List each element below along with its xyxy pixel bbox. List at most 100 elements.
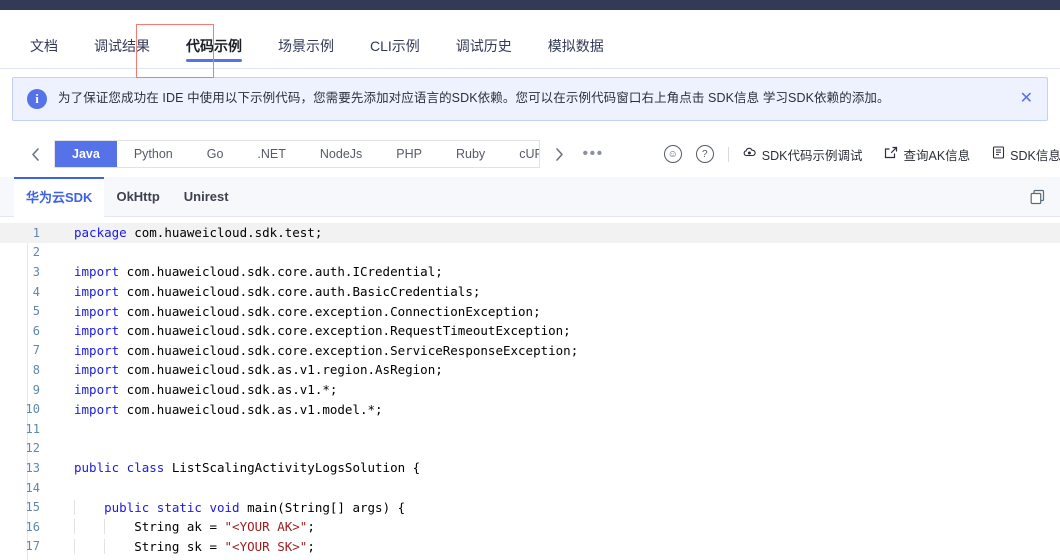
- code-token: import: [74, 264, 120, 280]
- document-icon: [992, 146, 1010, 162]
- code-token: public class: [74, 460, 165, 476]
- chevron-right-icon[interactable]: [546, 141, 572, 167]
- main-tab-3[interactable]: 场景示例: [260, 23, 352, 68]
- toolbar-actions: ☺ ? SDK代码示例调试 查询AK信息 SDK信息: [663, 145, 1060, 164]
- smiley-icon[interactable]: ☺: [663, 145, 682, 163]
- language-tab-3[interactable]: .NET: [240, 141, 302, 167]
- sdk-debug-label: SDK代码示例调试: [761, 148, 863, 163]
- line-number: 5: [32, 304, 40, 319]
- line-number: 9: [32, 382, 40, 397]
- language-tab-1[interactable]: Python: [117, 141, 190, 167]
- more-options-button[interactable]: •••: [574, 146, 611, 162]
- code-token: com.huaweicloud.sdk.core.exception.Conne…: [119, 303, 541, 319]
- line-number: 2: [32, 245, 40, 260]
- language-tab-6[interactable]: Ruby: [439, 141, 502, 167]
- code-line: 13 public class ListScalingActivityLogsSo…: [0, 458, 1060, 478]
- code-line: 6 import com.huaweicloud.sdk.core.excepti…: [0, 321, 1060, 341]
- main-tab-label: 模拟数据: [547, 37, 604, 54]
- language-tab-5[interactable]: PHP: [379, 141, 439, 167]
- help-icon[interactable]: ?: [695, 145, 714, 163]
- code-token: import: [74, 284, 120, 300]
- code-token: "<YOUR AK>": [224, 519, 308, 535]
- language-tab-0[interactable]: Java: [55, 141, 117, 167]
- copy-icon[interactable]: [1029, 188, 1046, 205]
- main-tab-label: 调试结果: [94, 37, 150, 54]
- code-line-text: import com.huaweicloud.sdk.as.v1.*;: [52, 382, 1060, 397]
- code-token: com.huaweicloud.sdk.core.auth.ICredentia…: [119, 264, 443, 280]
- line-number: 15: [25, 500, 40, 515]
- info-icon: i: [27, 89, 47, 109]
- code-token: ;: [307, 519, 315, 535]
- code-token: import: [74, 342, 120, 358]
- code-token: ListScalingActivityLogsSolution {: [164, 460, 421, 476]
- line-number: 13: [25, 460, 40, 475]
- line-number: 1: [32, 225, 40, 240]
- sdk-tab-1[interactable]: OkHttp: [104, 177, 171, 217]
- window-top-bar: [0, 0, 1060, 10]
- language-tab-2[interactable]: Go: [190, 141, 241, 167]
- code-token: com.huaweicloud.sdk.as.v1.model.*;: [119, 401, 383, 417]
- code-token: com.huaweicloud.sdk.core.auth.BasicCrede…: [119, 284, 481, 300]
- indent-guide: [104, 519, 105, 535]
- sdk-tab-2[interactable]: Unirest: [172, 177, 241, 217]
- main-tab-1[interactable]: 调试结果: [76, 23, 168, 68]
- language-tab-strip: JavaPythonGo.NETNodeJsPHPRubycURL: [54, 140, 541, 168]
- main-tab-2[interactable]: 代码示例: [168, 23, 260, 68]
- code-token: String ak =: [74, 519, 225, 535]
- main-tab-6[interactable]: 模拟数据: [530, 23, 622, 68]
- code-line-text: import com.huaweicloud.sdk.core.auth.Bas…: [52, 284, 1060, 299]
- code-line: 7 import com.huaweicloud.sdk.core.excepti…: [0, 341, 1060, 361]
- chevron-left-icon[interactable]: [22, 141, 48, 167]
- line-number: 17: [25, 539, 40, 554]
- main-tab-0[interactable]: 文档: [12, 23, 76, 68]
- code-token: main(String[] args) {: [239, 499, 406, 515]
- code-token: "<YOUR SK>": [224, 538, 308, 554]
- sdk-tab-bar: 华为云SDK OkHttp Unirest: [0, 176, 1060, 217]
- line-number: 8: [32, 362, 40, 377]
- code-token: import: [74, 323, 120, 339]
- code-line: 2: [0, 243, 1060, 263]
- language-tab-4[interactable]: NodeJs: [303, 141, 379, 167]
- code-line-text: import com.huaweicloud.sdk.core.exceptio…: [52, 323, 1060, 338]
- code-line: 14: [0, 478, 1060, 498]
- sdk-debug-button[interactable]: SDK代码示例调试: [742, 145, 863, 164]
- code-line: 9 import com.huaweicloud.sdk.as.v1.*;: [0, 380, 1060, 400]
- code-line: 10 import com.huaweicloud.sdk.as.v1.model…: [0, 399, 1060, 419]
- query-ak-button[interactable]: 查询AK信息: [884, 145, 970, 164]
- language-toolbar: JavaPythonGo.NETNodeJsPHPRubycURL ••• ☺ …: [0, 131, 1060, 177]
- line-number: 4: [32, 284, 40, 299]
- line-number: 11: [25, 421, 40, 436]
- code-viewer[interactable]: 1 package com.huaweicloud.sdk.test; 2 3 impo…: [0, 217, 1060, 560]
- main-tab-5[interactable]: 调试历史: [438, 23, 530, 68]
- code-line-text: import com.huaweicloud.sdk.core.exceptio…: [52, 304, 1060, 319]
- code-line: 15 public static void main(String[] args…: [0, 497, 1060, 517]
- main-tab-label: CLI示例: [370, 37, 420, 54]
- sdk-tab-0[interactable]: 华为云SDK: [14, 176, 105, 217]
- main-tab-label: 调试历史: [455, 37, 512, 54]
- language-tab-7[interactable]: cURL: [502, 141, 539, 167]
- toolbar-divider: [727, 146, 729, 162]
- code-token: import: [74, 303, 120, 319]
- query-ak-label: 查询AK信息: [903, 148, 971, 163]
- close-icon[interactable]: ✕: [1016, 89, 1037, 109]
- line-number: 3: [32, 264, 40, 279]
- main-tab-label: 场景示例: [278, 37, 334, 54]
- code-token: package: [74, 225, 127, 241]
- cloud-debug-icon: [742, 146, 762, 162]
- code-line: 1 package com.huaweicloud.sdk.test;: [0, 223, 1060, 243]
- main-tab-label: 文档: [30, 37, 58, 54]
- sdk-info-label: SDK信息: [1010, 148, 1060, 163]
- code-line-text: public static void main(String[] args) {: [52, 499, 1060, 515]
- active-tab-indicator: [186, 59, 242, 62]
- code-line-text: String sk = "<YOUR SK>";: [52, 538, 1060, 554]
- code-token: com.huaweicloud.sdk.core.exception.Servi…: [119, 342, 579, 358]
- code-token: com.huaweicloud.sdk.core.exception.Reque…: [119, 323, 571, 339]
- main-tab-4[interactable]: CLI示例: [352, 23, 438, 68]
- line-number: 10: [25, 402, 40, 417]
- sdk-info-button[interactable]: SDK信息: [992, 145, 1060, 164]
- code-token: import: [74, 362, 120, 378]
- code-line-text: import com.huaweicloud.sdk.as.v1.region.…: [52, 362, 1060, 377]
- line-number: 7: [32, 343, 40, 358]
- indent-guide: [104, 538, 105, 554]
